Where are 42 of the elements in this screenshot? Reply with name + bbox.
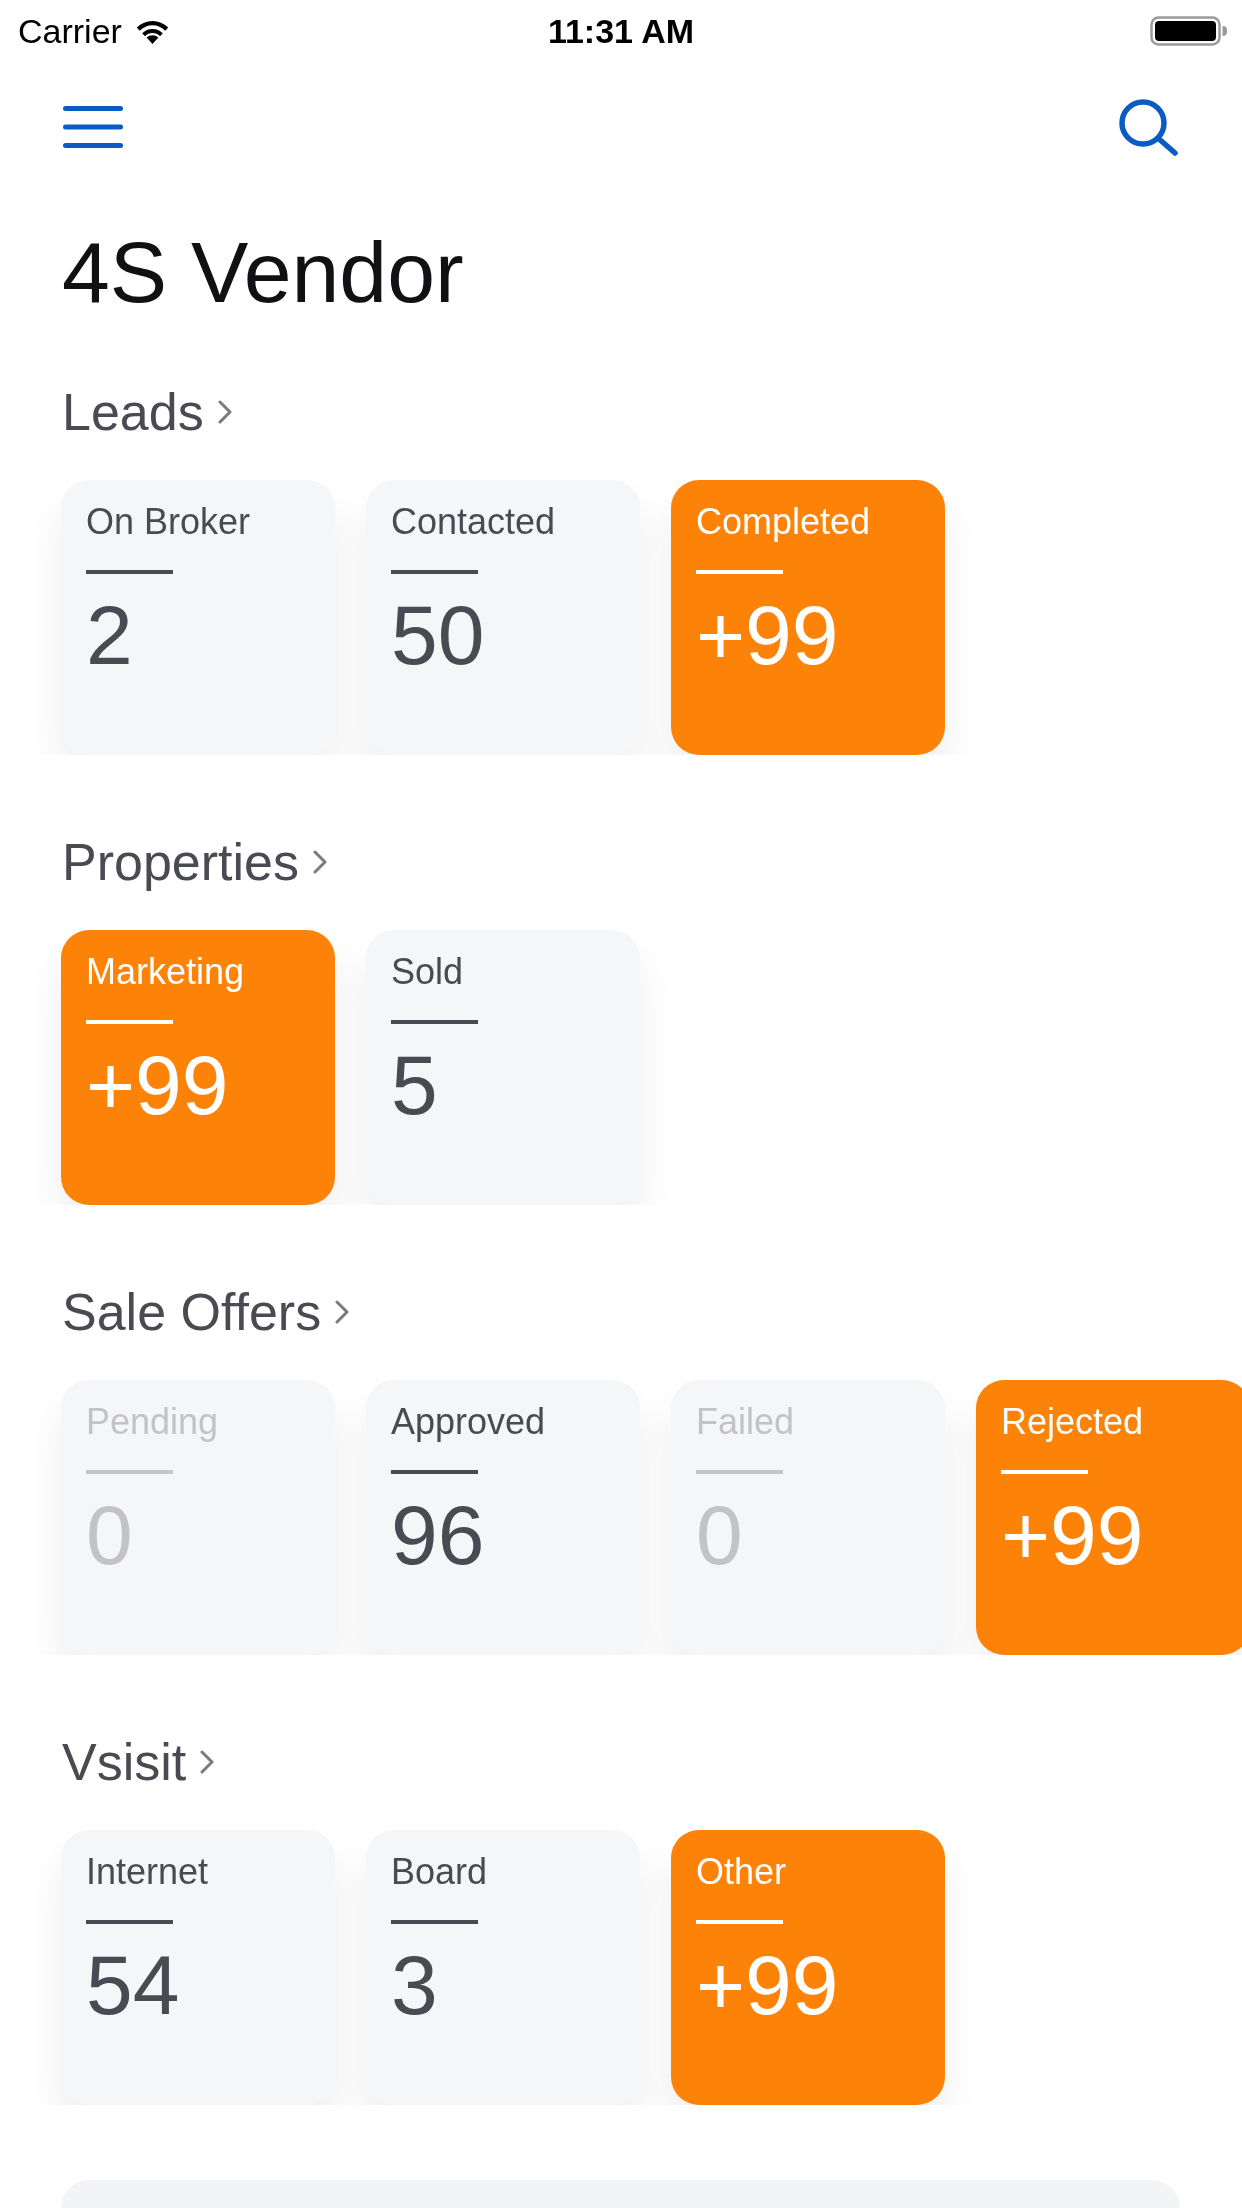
menu-button[interactable]: [62, 105, 124, 149]
tile-label: Internet: [86, 1850, 209, 1894]
carrier-name: Carrier: [18, 11, 122, 51]
tile-label: Contacted: [391, 500, 556, 544]
tile-count: +99: [696, 593, 839, 677]
tile-label: Approved: [391, 1400, 546, 1444]
tile-count: 50: [391, 593, 485, 677]
status-tile[interactable]: Sold 5: [366, 930, 640, 1205]
tile-label: Completed: [696, 500, 871, 544]
status-tile[interactable]: Board 3: [366, 1830, 640, 2105]
tile-count: 5: [391, 1043, 438, 1127]
tile-count: 3: [391, 1943, 438, 2027]
status-time: 11:31 AM: [547, 11, 695, 51]
search-button[interactable]: [1118, 98, 1180, 156]
tile-count: +99: [86, 1043, 229, 1127]
tile-count: +99: [696, 1943, 839, 2027]
section-link[interactable]: Sale Offers: [62, 1280, 350, 1344]
status-tile[interactable]: Internet 54: [61, 1830, 335, 2105]
chevron-right-icon: [335, 1300, 350, 1324]
tile-count: 54: [86, 1943, 180, 2027]
tile-label: Board: [391, 1850, 488, 1894]
page-title: 4S Vendor: [62, 223, 464, 322]
chevron-right-icon: [313, 850, 327, 874]
tile-label: Rejected: [1001, 1400, 1144, 1444]
battery-icon: [1150, 16, 1228, 46]
section-link[interactable]: Properties: [62, 830, 327, 894]
menu-icon: [62, 105, 124, 149]
status-tile[interactable]: Approved 96: [366, 1380, 640, 1655]
status-tile[interactable]: On Broker 2: [61, 480, 335, 755]
tile-count: 96: [391, 1493, 485, 1577]
tile-label: Marketing: [86, 950, 245, 994]
tile-count: +99: [1001, 1493, 1144, 1577]
status-tile[interactable]: Contacted 50: [366, 480, 640, 755]
section-link[interactable]: Leads: [62, 380, 232, 444]
chevron-right-icon: [217, 400, 232, 424]
section-link[interactable]: Vsisit: [62, 1730, 215, 1794]
chevron-right-icon: [200, 1750, 215, 1774]
tile-label: Sold: [391, 950, 464, 994]
tile-count: 2: [86, 593, 133, 677]
tile-label: Other: [696, 1850, 787, 1894]
search-icon: [1118, 98, 1180, 156]
tile-label: On Broker: [86, 500, 251, 544]
